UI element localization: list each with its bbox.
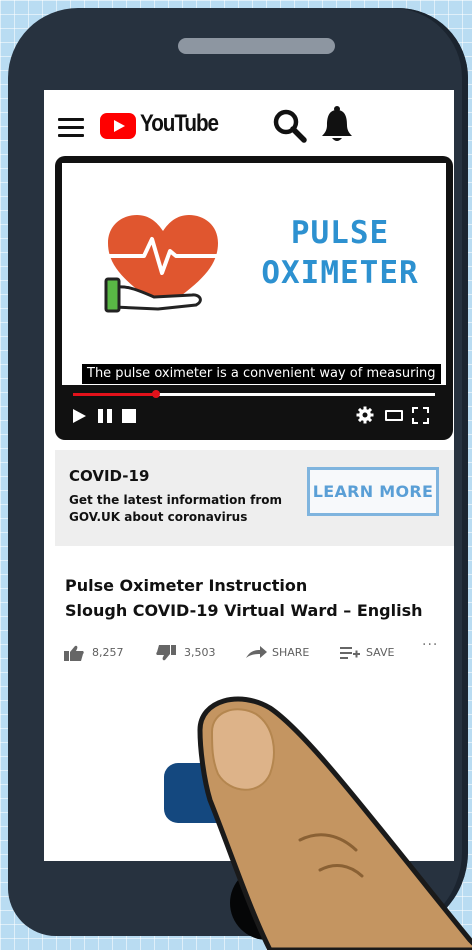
- heart-pulse-icon: [104, 215, 218, 313]
- video-frame: PULSE OXIMETER The pulse oximeter is a c…: [62, 163, 446, 385]
- covid-info-banner: COVID-19 Get the latest information from…: [55, 450, 454, 546]
- video-title-line1: PULSE: [290, 215, 390, 251]
- save-label: SAVE: [366, 646, 395, 659]
- video-title-graphic: PULSE OXIMETER: [250, 213, 430, 293]
- thumbs-up-icon: [64, 645, 84, 661]
- banner-title: COVID-19: [69, 467, 150, 485]
- search-icon[interactable]: [272, 108, 308, 144]
- save-icon: [340, 647, 360, 659]
- video-title-text-line1: Pulse Oximeter Instruction: [65, 576, 308, 595]
- video-actions: 8,257 3,503 SHARE SAVE ···: [64, 637, 454, 663]
- share-label: SHARE: [272, 646, 310, 659]
- video-title-text-line2: Slough COVID-19 Virtual Ward – English: [65, 601, 423, 620]
- app-header: YouTube: [44, 90, 454, 158]
- stop-icon[interactable]: [122, 409, 136, 423]
- app-brand[interactable]: YouTube: [140, 110, 219, 138]
- dislike-count: 3,503: [184, 646, 216, 659]
- fullscreen-icon[interactable]: [412, 407, 429, 424]
- banner-text: Get the latest information from GOV.UK a…: [69, 493, 282, 524]
- progress-fill: [73, 393, 157, 396]
- video-title: Pulse Oximeter Instruction Slough COVID-…: [65, 573, 445, 623]
- phone-speaker: [178, 38, 335, 54]
- theater-icon[interactable]: [385, 410, 403, 421]
- menu-icon[interactable]: [58, 118, 84, 137]
- video-caption: The pulse oximeter is a convenient way o…: [82, 364, 441, 384]
- more-options-button[interactable]: ···: [422, 637, 438, 653]
- video-player[interactable]: PULSE OXIMETER The pulse oximeter is a c…: [55, 156, 453, 440]
- video-title-line2: OXIMETER: [261, 255, 419, 291]
- youtube-logo-icon[interactable]: [100, 113, 136, 139]
- learn-more-button[interactable]: LEARN MORE: [307, 467, 439, 516]
- play-icon[interactable]: [73, 409, 86, 423]
- bell-icon[interactable]: [320, 105, 354, 143]
- gear-icon[interactable]: [356, 406, 374, 424]
- pause-icon[interactable]: [98, 409, 112, 423]
- thumbs-down-icon: [156, 645, 176, 661]
- finger-icon: [197, 696, 472, 950]
- progress-bar[interactable]: [73, 390, 435, 398]
- progress-knob[interactable]: [152, 390, 161, 398]
- like-count: 8,257: [92, 646, 124, 659]
- share-icon: [246, 646, 267, 658]
